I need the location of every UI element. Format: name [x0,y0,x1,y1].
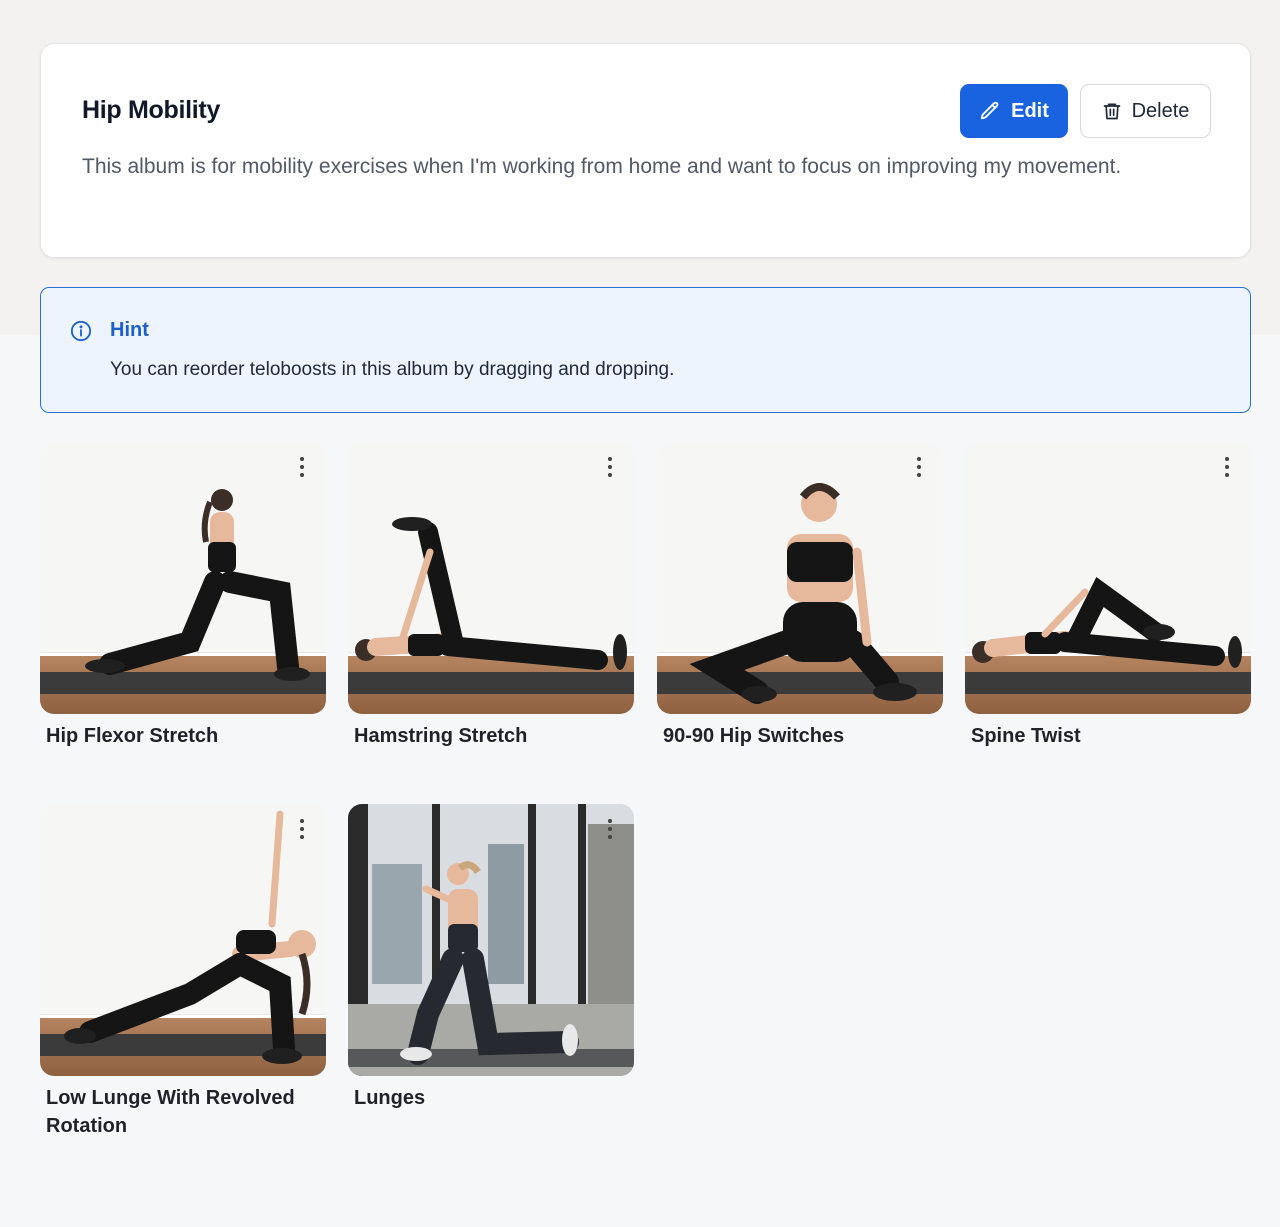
edit-button[interactable]: Edit [960,84,1068,138]
lunge-indoor-figure-image [348,804,634,1076]
teloboost-title: 90-90 Hip Switches [663,725,845,747]
teloboost-thumbnail[interactable] [965,442,1251,714]
more-options-icon[interactable] [604,457,616,477]
teloboost-card[interactable]: Lunges [348,804,634,1112]
edit-button-label: Edit [1011,99,1049,122]
revolved-lunge-figure-image [64,810,316,1064]
lying-stretch-figure-image [355,517,627,670]
more-options-icon[interactable] [604,819,616,839]
teloboost-title: Low Lunge With Revolved Rotation [46,1087,295,1137]
teloboost-card[interactable]: 90-90 Hip Switches [657,442,943,750]
teloboost-thumbnail[interactable] [657,442,943,714]
lunge-figure-image [85,489,310,681]
teloboost-thumbnail[interactable] [40,804,326,1076]
hint-banner: Hint You can reorder teloboosts in this … [40,287,1251,413]
pencil-icon [979,100,1001,122]
seated-figure-image [689,483,917,704]
teloboost-title: Spine Twist [971,725,1081,747]
delete-button-label: Delete [1131,99,1190,122]
more-options-icon[interactable] [913,457,925,477]
teloboost-title: Lunges [354,1087,426,1109]
teloboost-thumbnail[interactable] [348,804,634,1076]
teloboost-thumbnail[interactable] [40,442,326,714]
teloboost-card[interactable]: Spine Twist [965,442,1251,750]
album-title: Hip Mobility [82,96,221,124]
teloboost-card[interactable]: Hip Flexor Stretch [40,442,326,750]
album-header-card: Hip Mobility This album is for mobility … [40,43,1251,258]
teloboost-title: Hip Flexor Stretch [46,725,219,747]
teloboost-title: Hamstring Stretch [354,725,528,747]
more-options-icon[interactable] [1221,457,1233,477]
hint-text: You can reorder teloboosts in this album… [110,359,675,380]
trash-icon [1102,100,1122,122]
teloboost-card[interactable]: Hamstring Stretch [348,442,634,750]
album-description: This album is for mobility exercises whe… [82,155,1122,178]
hint-title: Hint [110,319,149,341]
info-icon [70,320,92,347]
teloboost-thumbnail[interactable] [348,442,634,714]
lying-twist-figure-image [972,576,1242,668]
more-options-icon[interactable] [296,819,308,839]
teloboost-card[interactable]: Low Lunge With Revolved Rotation [40,804,326,1140]
delete-button[interactable]: Delete [1080,84,1211,138]
more-options-icon[interactable] [296,457,308,477]
